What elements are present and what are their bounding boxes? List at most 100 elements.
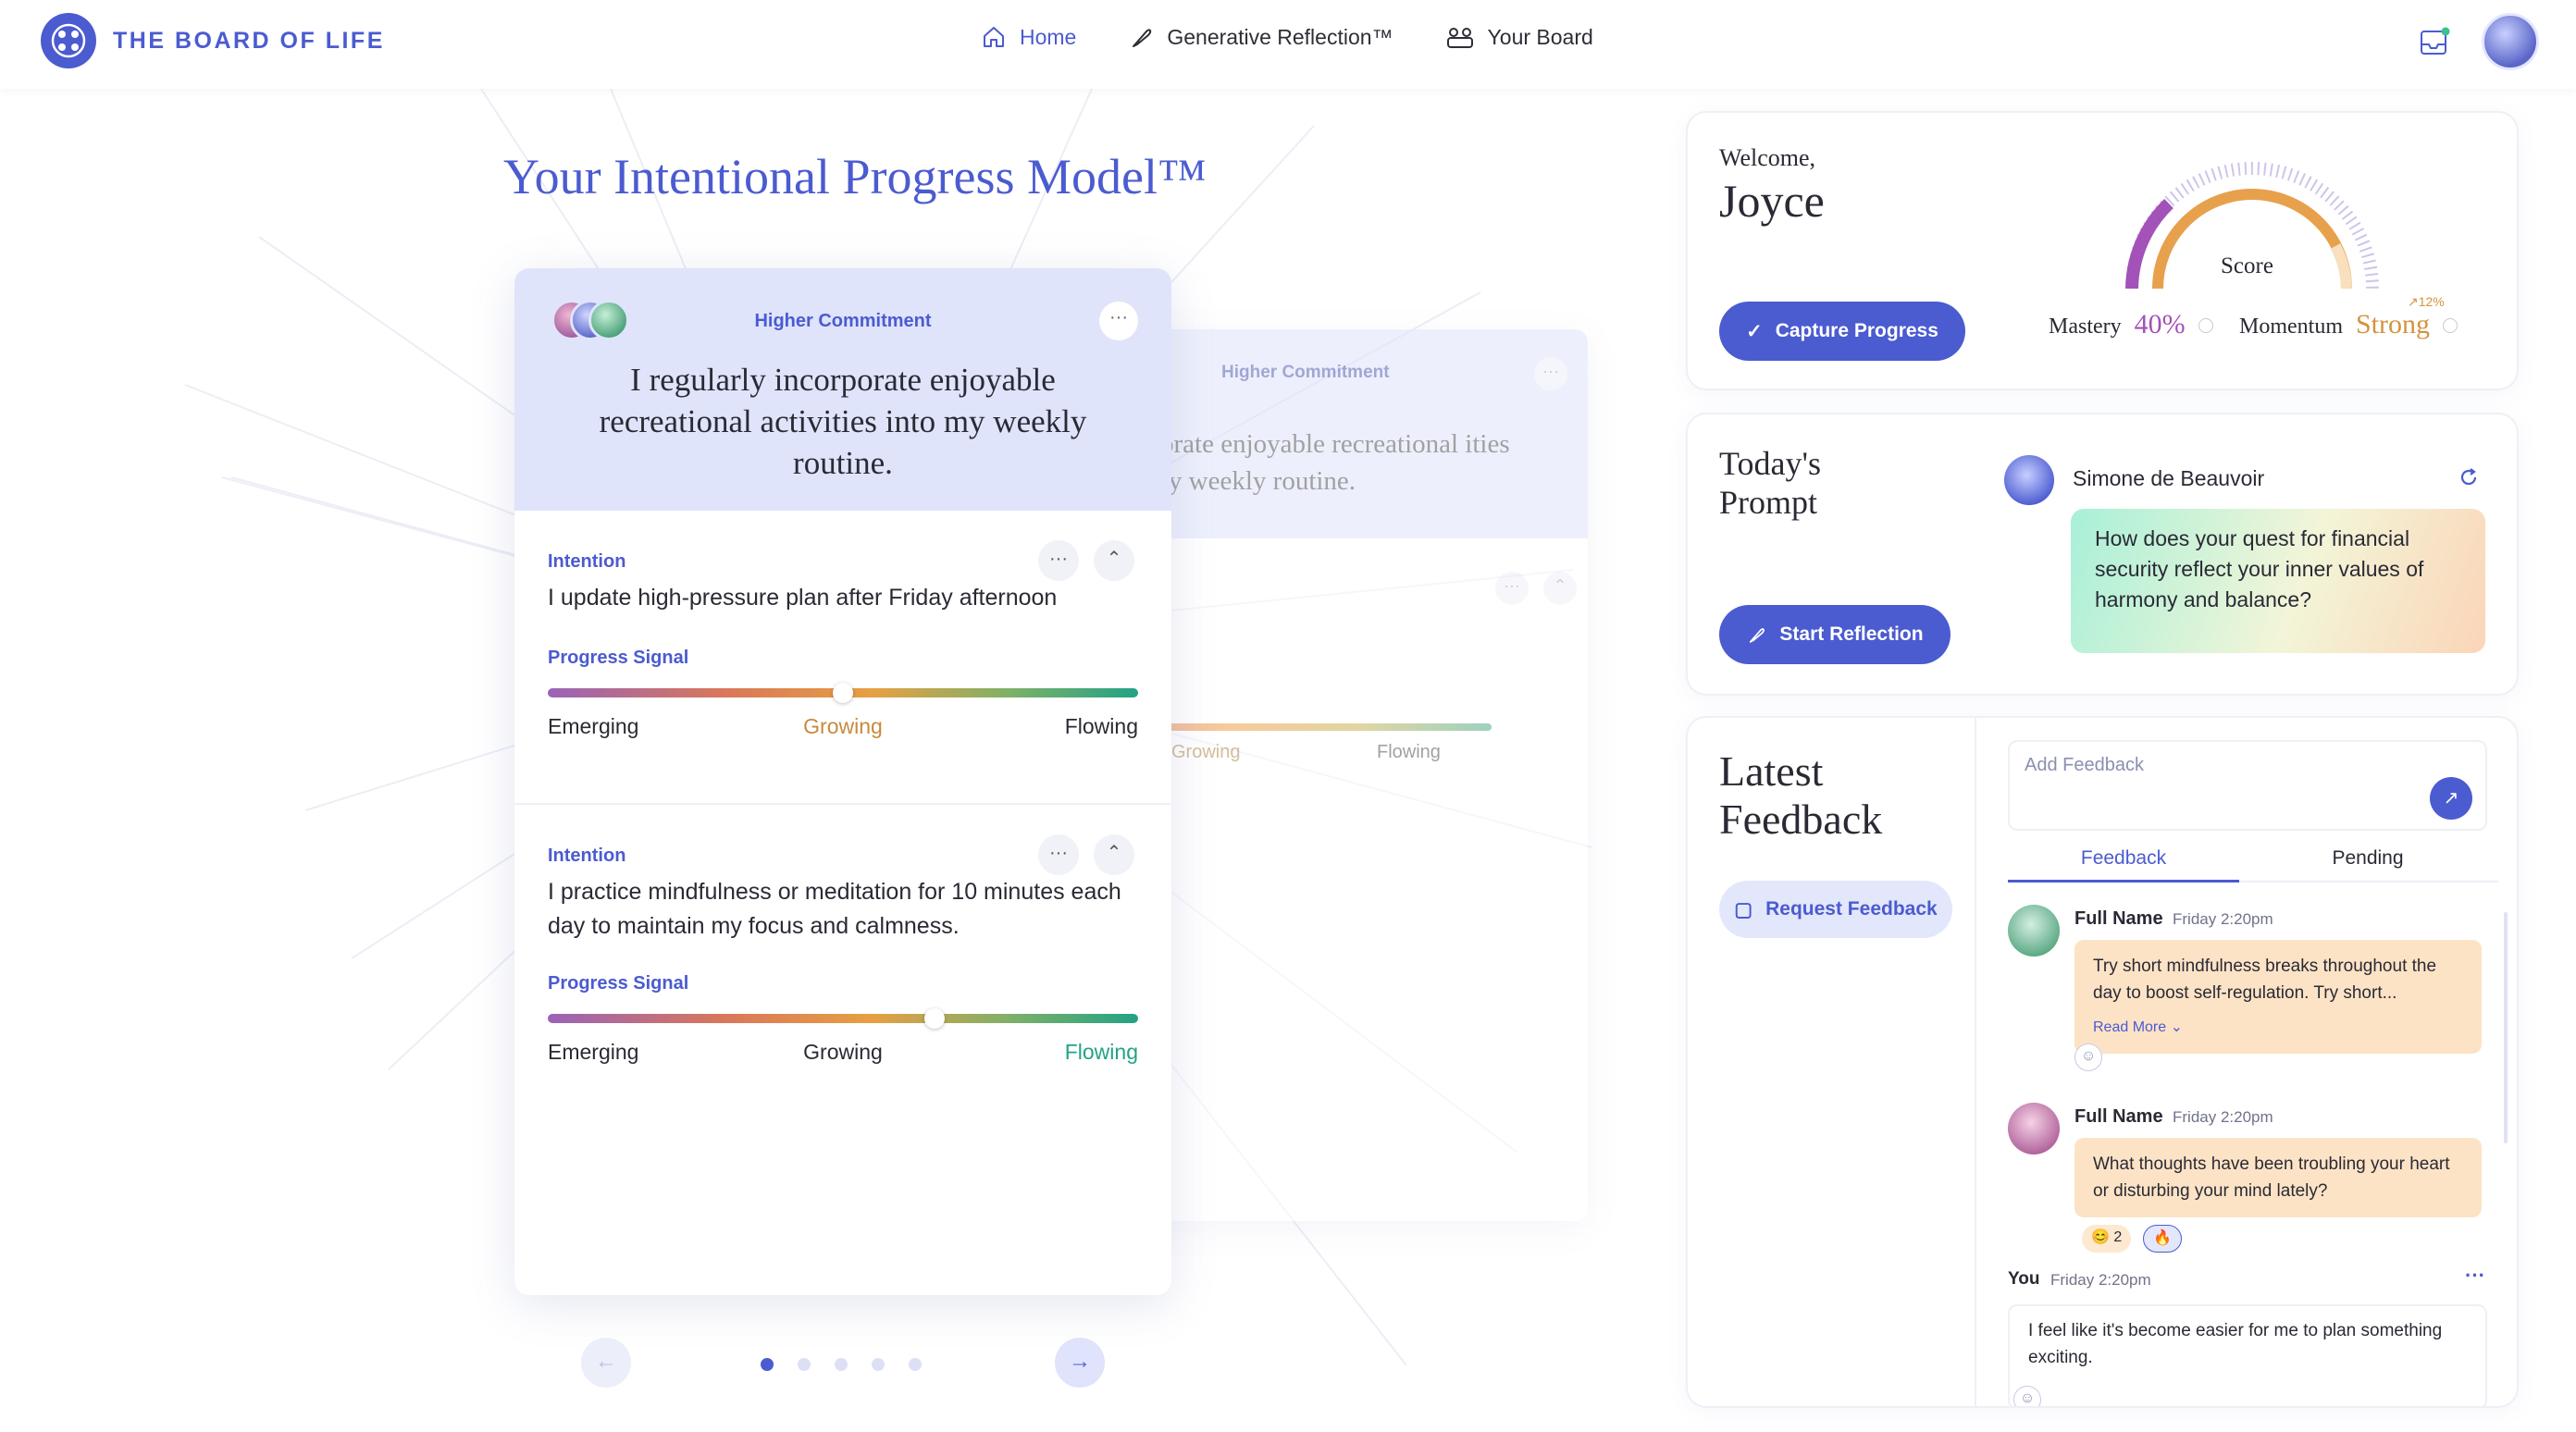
stage-growing: Growing (803, 1040, 883, 1064)
avatar (2008, 905, 2060, 957)
page-dot[interactable] (835, 1358, 848, 1371)
page-dot[interactable] (909, 1358, 922, 1371)
main-nav: Home Generative Reflection™ Your Board (981, 24, 1593, 50)
momentum-stat: Momentum Strong (2239, 309, 2458, 340)
tab-pending[interactable]: Pending (2252, 847, 2483, 870)
intention-more-button[interactable]: ··· (1038, 540, 1079, 581)
reply-text: I feel like it's become easier for me to… (2028, 1321, 2443, 1367)
info-icon[interactable] (2443, 318, 2458, 333)
stage-emerging: Emerging (548, 1040, 639, 1064)
nav-home-label: Home (1020, 24, 1077, 49)
prompt-question: How does your quest for financial securi… (2071, 509, 2485, 653)
add-reaction-icon[interactable]: ☺ (2074, 1043, 2102, 1071)
stage-growing: Growing (803, 714, 883, 738)
latest-feedback-panel: Latest Feedback ▢ Request Feedback ↗ Fee… (1686, 716, 2519, 1408)
nav-reflection-label: Generative Reflection™ (1167, 24, 1393, 49)
welcome-greeting: Welcome, (1719, 144, 1816, 171)
feedback-time: Friday 2:20pm (2173, 1108, 2273, 1126)
request-feedback-button[interactable]: ▢ Request Feedback (1719, 881, 1952, 938)
intention-label: Intention (548, 551, 626, 572)
score-label: Score (2221, 253, 2273, 278)
feedback-message: What thoughts have been troubling your h… (2074, 1138, 2482, 1217)
reaction-fire[interactable]: 🔥 (2143, 1225, 2182, 1253)
front-commitment-card[interactable]: Higher Commitment ··· I regularly incorp… (514, 268, 1171, 1295)
back-card-collapse[interactable]: ⌃ (1543, 572, 1577, 605)
next-card-button[interactable]: → (1055, 1338, 1105, 1388)
intention-collapse-button[interactable]: ⌃ (1094, 540, 1134, 581)
feedback-time: Friday 2:20pm (2173, 910, 2273, 928)
feedback-author: Full Name (2074, 1106, 2163, 1127)
send-feedback-button[interactable]: ↗ (2430, 777, 2472, 820)
nav-board-label: Your Board (1487, 24, 1593, 49)
intention-text: I update high-pressure plan after Friday… (548, 585, 1058, 611)
feedback-message: Try short mindfulness breaks throughout … (2074, 940, 2482, 1054)
brand-logo[interactable]: THE BOARD OF LIFE (41, 13, 385, 68)
refresh-icon[interactable] (2458, 466, 2480, 488)
start-reflection-label: Start Reflection (1779, 623, 1924, 645)
nav-your-board[interactable]: Your Board (1445, 24, 1593, 50)
feather-icon (1750, 628, 1765, 643)
home-icon (984, 27, 1004, 47)
read-more-link[interactable]: Read More ⌄ (2093, 1014, 2463, 1041)
add-feedback-input[interactable] (2025, 755, 2413, 776)
capture-progress-label: Capture Progress (1775, 320, 1938, 341)
stage-flowing: Flowing (1064, 1040, 1138, 1064)
feedback-tabs: Feedback Pending (2008, 842, 2498, 883)
intention-collapse-button[interactable]: ⌃ (1094, 834, 1134, 875)
feedback-text: Try short mindfulness breaks throughout … (2093, 957, 2437, 1003)
previous-card-button[interactable]: ← (581, 1338, 631, 1388)
progress-signal-knob[interactable] (923, 1008, 945, 1029)
back-card-more-button[interactable]: ··· (1534, 357, 1567, 390)
back-commitment-card[interactable]: Higher Commitment ··· ncorporate enjoyab… (1099, 329, 1588, 1221)
card-more-button[interactable]: ··· (1099, 302, 1138, 340)
request-feedback-label: Request Feedback (1765, 898, 1938, 920)
add-reaction-icon[interactable]: ☺ (2013, 1386, 2041, 1406)
info-icon[interactable] (2198, 318, 2213, 333)
back-card-more-small[interactable]: ··· (1495, 572, 1529, 605)
feedback-item: Full Name Friday 2:20pm What thoughts ha… (2008, 1103, 2498, 1260)
check-icon: ✓ (1746, 320, 1763, 342)
stage-flowing: Flowing (1064, 714, 1138, 738)
reaction-smile[interactable]: 😊 2 (2082, 1225, 2132, 1253)
page-dot[interactable] (872, 1358, 885, 1371)
mastery-stat: Mastery 40% (2049, 309, 2213, 340)
feedback-title: Latest Feedback (1719, 747, 1883, 843)
chevron-down-icon: ⌄ (2170, 1019, 2184, 1035)
reply-time: Friday 2:20pm (2050, 1271, 2151, 1289)
feedback-scrollbar[interactable] (2504, 912, 2508, 1143)
intention-label: Intention (548, 846, 626, 866)
board-icon (1446, 28, 1473, 48)
capture-progress-button[interactable]: ✓ Capture Progress (1719, 302, 1965, 361)
nav-home[interactable]: Home (981, 24, 1076, 50)
page-dot[interactable] (761, 1358, 774, 1371)
welcome-panel: Welcome, Joyce ✓ Capture Progress Score … (1686, 111, 2519, 390)
avatar (2008, 1103, 2060, 1154)
page-dot[interactable] (798, 1358, 811, 1371)
page-title: Your Intentional Progress Model™ (503, 149, 1207, 204)
intention-section: Intention ··· ⌃ I practice mindfulness o… (514, 805, 1171, 1267)
fire-emoji-icon: 🔥 (2153, 1230, 2172, 1246)
progress-signal-knob[interactable] (833, 683, 853, 703)
add-feedback-box: ↗ (2008, 740, 2487, 831)
prompt-title: Today's Prompt (1719, 445, 1821, 521)
back-card-stage-growing: Growing (1171, 742, 1241, 762)
todays-prompt-panel: Today's Prompt Start Reflection Simone d… (1686, 413, 2519, 696)
welcome-name: Joyce (1719, 175, 1825, 227)
progress-signal-bar (548, 1008, 1138, 1029)
reply-more-button[interactable]: ··· (2465, 1264, 2485, 1288)
inbox-icon[interactable] (2419, 26, 2450, 57)
tab-feedback[interactable]: Feedback (2008, 847, 2239, 870)
start-reflection-button[interactable]: Start Reflection (1719, 605, 1951, 664)
momentum-change: ↗12% (2408, 294, 2445, 309)
progress-signal-label: Progress Signal (548, 648, 689, 668)
feather-icon (1133, 29, 1152, 47)
header-actions (2419, 13, 2539, 70)
feedback-item: Full Name Friday 2:20pm Try short mindfu… (2008, 905, 2498, 1090)
user-avatar[interactable] (2482, 13, 2539, 70)
back-card-stage-flowing: Flowing (1377, 742, 1441, 762)
reply-author: You (2008, 1269, 2040, 1289)
nav-generative-reflection[interactable]: Generative Reflection™ (1128, 24, 1393, 50)
logo-icon (41, 13, 96, 68)
read-more-label: Read More (2093, 1019, 2167, 1035)
intention-more-button[interactable]: ··· (1038, 834, 1079, 875)
